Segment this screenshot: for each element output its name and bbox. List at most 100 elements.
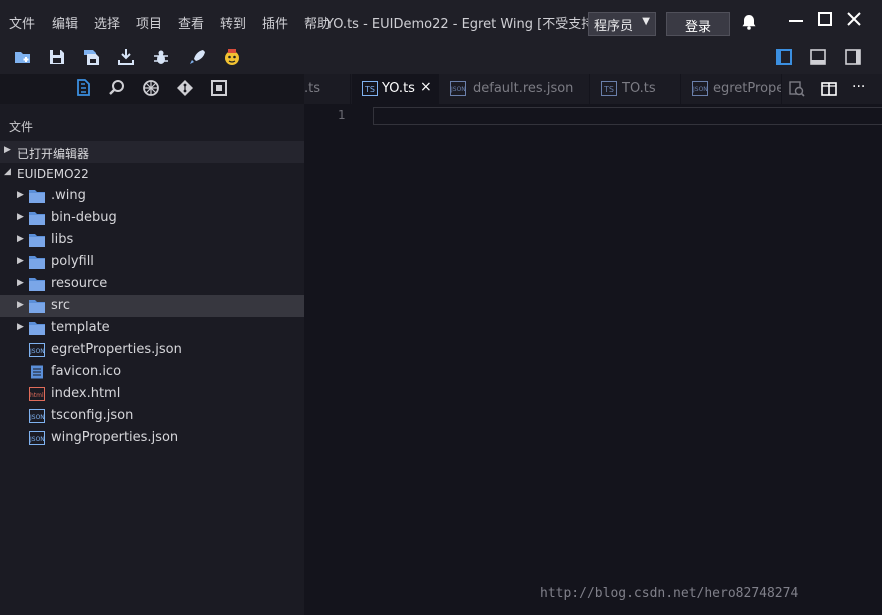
svg-text:JSON: JSON — [450, 86, 466, 93]
open-editors-label: 已打开编辑器 — [17, 147, 90, 161]
close-icon[interactable] — [844, 10, 864, 32]
minimize-icon[interactable] — [786, 10, 806, 32]
tree-file-index-html[interactable]: html index.html — [0, 383, 304, 405]
sidebar: 文件 ▶ 已打开编辑器 ◢ EUIDEMO22 ▶ .wing ▶ bin-debug… — [0, 74, 304, 615]
line-number: 1 — [338, 108, 346, 122]
tree-item-label: wingProperties.json — [51, 430, 179, 445]
tab-label: YO.ts — [382, 81, 415, 96]
svg-text:JSON: JSON — [29, 414, 45, 421]
tab-label: egretProper — [713, 81, 782, 96]
maximize-icon[interactable] — [815, 10, 835, 32]
open-editors-section[interactable]: ▶ 已打开编辑器 — [0, 141, 304, 163]
new-folder-icon[interactable] — [13, 47, 35, 69]
svg-text:JSON: JSON — [29, 348, 45, 355]
rocket-icon[interactable] — [187, 47, 209, 69]
menu-goto[interactable]: 转到 — [220, 13, 246, 32]
title-bar: 文件 编辑 选择 项目 查看 转到 插件 帮助 YO.ts - EUIDemo2… — [0, 0, 882, 44]
tab-label: .ts — [304, 81, 321, 96]
chevron-right-icon: ▶ — [17, 190, 24, 200]
menu-edit[interactable]: 编辑 — [52, 13, 78, 32]
login-button[interactable]: 登录 — [666, 12, 730, 36]
tree-file-tsconfig-json[interactable]: JSON tsconfig.json — [0, 405, 304, 427]
project-section[interactable]: ◢ EUIDEMO22 — [0, 163, 304, 185]
tab-label: TO.ts — [622, 81, 656, 96]
tab-egret-properties[interactable]: JSON egretProper — [682, 74, 782, 104]
folder-icon — [29, 300, 45, 313]
tree-item-label: libs — [51, 232, 74, 247]
bell-icon[interactable] — [740, 13, 758, 31]
extensions-icon[interactable] — [141, 78, 163, 100]
chevron-right-icon: ▶ — [17, 212, 24, 222]
window-title: YO.ts - EUIDemo22 - Egret Wing [不受支持] — [326, 17, 600, 32]
menu-project[interactable]: 项目 — [136, 13, 162, 32]
explorer-icon[interactable] — [73, 78, 95, 100]
menu-plugins[interactable]: 插件 — [262, 13, 288, 32]
tree-folder-src[interactable]: ▶ src — [0, 295, 304, 317]
download-icon[interactable] — [116, 47, 138, 69]
open-changes-icon[interactable] — [788, 80, 806, 98]
svg-text:html: html — [30, 392, 44, 399]
typescript-file-icon: TS — [601, 81, 617, 96]
json-file-icon: JSON — [29, 343, 45, 357]
menu-file[interactable]: 文件 — [9, 13, 35, 32]
watermark: http://blog.csdn.net/hero82748274 — [540, 586, 799, 601]
chevron-right-icon: ▶ — [17, 278, 24, 288]
tree-file-favicon-ico[interactable]: favicon.ico — [0, 361, 304, 383]
chevron-down-icon: ◢ — [4, 167, 11, 177]
tree-file-wingProperties-json[interactable]: JSON wingProperties.json — [0, 427, 304, 449]
save-icon[interactable] — [47, 47, 69, 69]
tree-item-label: resource — [51, 276, 108, 291]
chevron-right-icon: ▶ — [4, 145, 11, 155]
chevron-right-icon: ▶ — [17, 322, 24, 332]
svg-text:TS: TS — [603, 85, 614, 94]
tree-folder-wing[interactable]: ▶ .wing — [0, 185, 304, 207]
tree-folder-bin-debug[interactable]: ▶ bin-debug — [0, 207, 304, 229]
json-file-icon: JSON — [29, 409, 45, 423]
tree-file-egretProperties-json[interactable]: JSON egretProperties.json — [0, 339, 304, 361]
tree-folder-polyfill[interactable]: ▶ polyfill — [0, 251, 304, 273]
chevron-down-icon: ▼ — [642, 16, 650, 27]
debug-view-icon[interactable] — [209, 78, 231, 100]
json-file-icon: JSON — [450, 81, 466, 96]
git-icon[interactable] — [175, 78, 197, 100]
toggle-right-panel-icon[interactable] — [843, 47, 865, 69]
toggle-panel-icon[interactable] — [808, 47, 830, 69]
save-all-icon[interactable] — [81, 47, 103, 69]
debug-icon[interactable] — [151, 47, 173, 69]
tree-item-label: .wing — [51, 188, 86, 203]
tab-label: default.res.json — [473, 81, 574, 96]
image-file-icon — [31, 365, 43, 379]
html-file-icon: html — [29, 387, 45, 401]
split-editor-icon[interactable] — [820, 80, 838, 98]
svg-text:TS: TS — [364, 85, 375, 94]
search-icon[interactable] — [107, 78, 129, 100]
typescript-file-icon: TS — [362, 81, 378, 96]
mascot-icon[interactable] — [222, 47, 244, 69]
current-line-highlight — [373, 107, 882, 125]
menu-select[interactable]: 选择 — [94, 13, 120, 32]
tree-item-label: index.html — [51, 386, 121, 401]
tab-yo-ts[interactable]: TS YO.ts × — [352, 74, 439, 104]
role-select[interactable]: 程序员 ▼ — [588, 12, 656, 36]
tree-item-label: src — [51, 298, 70, 313]
tree-item-label: polyfill — [51, 254, 94, 269]
tree-item-label: template — [51, 320, 110, 335]
chevron-right-icon: ▶ — [17, 300, 24, 310]
close-tab-icon[interactable]: × — [420, 79, 432, 95]
chevron-right-icon: ▶ — [17, 234, 24, 244]
json-file-icon: JSON — [692, 81, 708, 96]
tree-item-label: favicon.ico — [51, 364, 122, 379]
folder-icon — [29, 190, 45, 203]
tree-item-label: egretProperties.json — [51, 342, 182, 357]
project-label: EUIDEMO22 — [17, 167, 89, 181]
tree-folder-resource[interactable]: ▶ resource — [0, 273, 304, 295]
tree-folder-libs[interactable]: ▶ libs — [0, 229, 304, 251]
menu-view[interactable]: 查看 — [178, 13, 204, 32]
tab-to-ts[interactable]: TS TO.ts — [591, 74, 681, 104]
tree-folder-template[interactable]: ▶ template — [0, 317, 304, 339]
more-actions-icon[interactable]: ··· — [852, 79, 865, 95]
toggle-sidebar-icon[interactable] — [774, 47, 796, 69]
tab-default-res-json[interactable]: JSON default.res.json — [440, 74, 590, 104]
editor-area[interactable] — [304, 104, 882, 615]
tab-partial-ts[interactable]: .ts — [304, 74, 351, 104]
